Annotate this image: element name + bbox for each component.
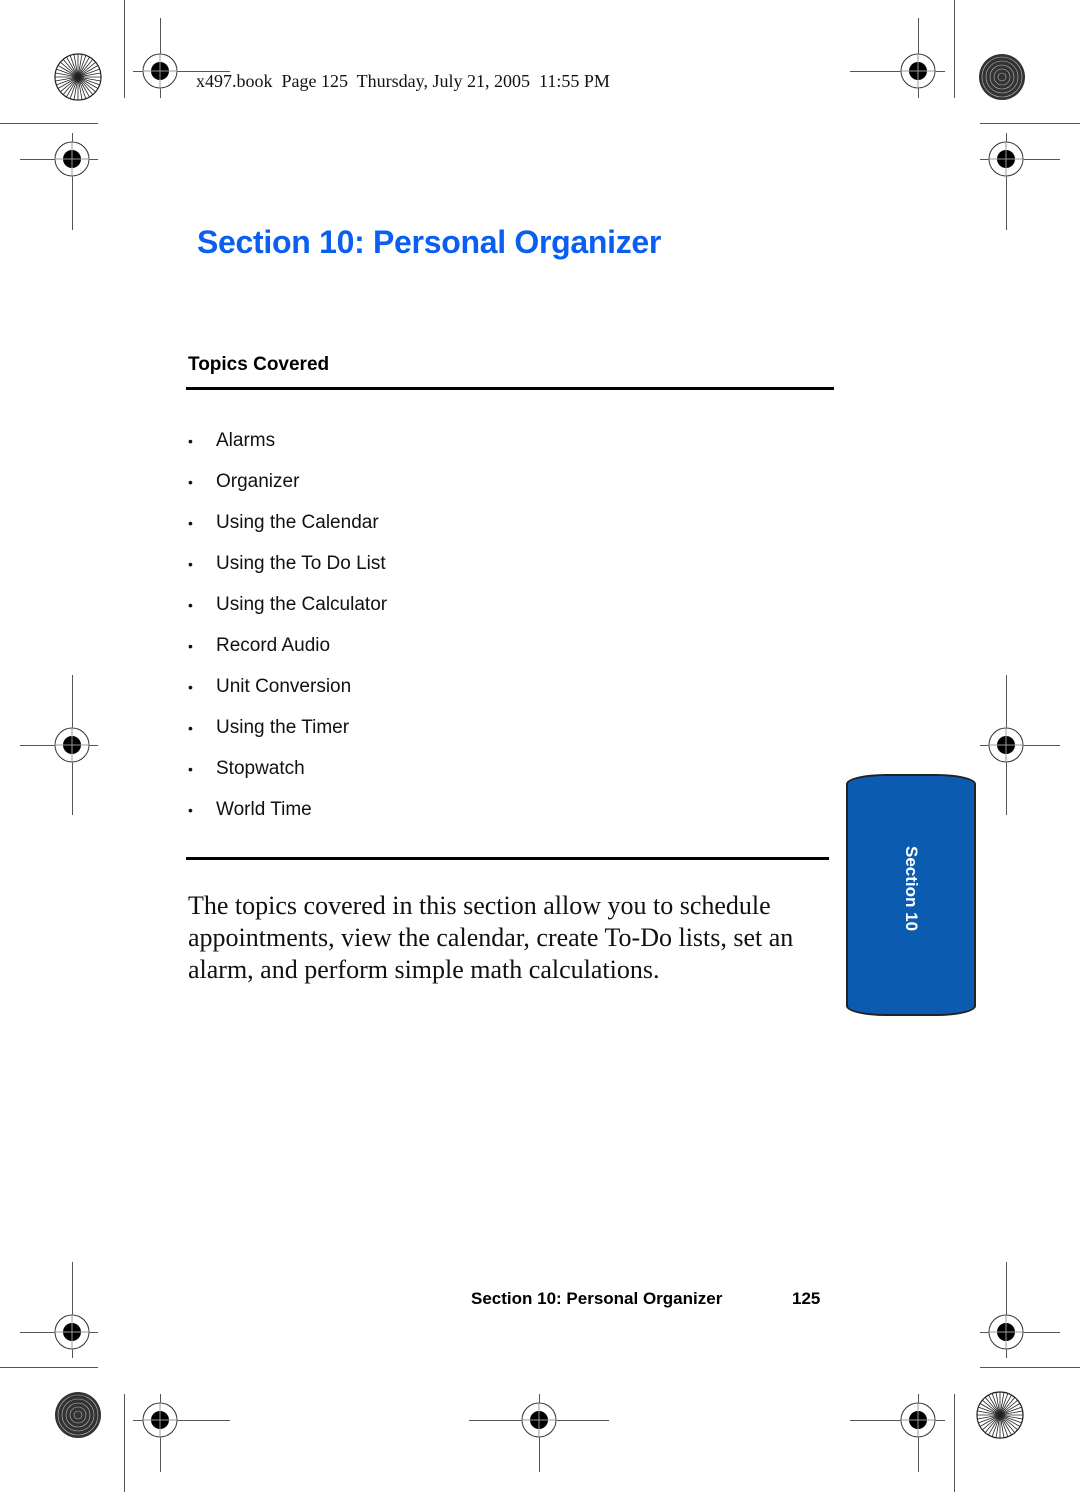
list-item: • World Time: [186, 789, 387, 830]
registration-mark-icon: [54, 1314, 90, 1350]
registration-mark-icon: [988, 727, 1024, 763]
list-item: • Organizer: [186, 461, 387, 502]
list-item: • Unit Conversion: [186, 666, 387, 707]
topic-label: Record Audio: [216, 634, 331, 656]
registration-mark-icon: [900, 53, 936, 89]
bullet-icon: •: [188, 719, 193, 736]
crop-line: [980, 1367, 1080, 1368]
concentric-mark-icon: [55, 1392, 101, 1438]
list-item: • Alarms: [186, 420, 387, 461]
registration-mark-icon: [54, 727, 90, 763]
section-tab: Section 10: [846, 774, 976, 1016]
page-number: 125: [792, 1289, 821, 1308]
topic-label: Using the Calendar: [216, 511, 379, 533]
crop-line: [0, 123, 98, 124]
section-tab-label: Section 10: [902, 846, 921, 932]
list-item: • Using the Calendar: [186, 502, 387, 543]
crop-line: [124, 0, 125, 98]
topic-label: World Time: [216, 798, 312, 820]
crop-line: [124, 1394, 125, 1492]
divider: [186, 857, 829, 860]
topic-label: Alarms: [216, 429, 276, 451]
registration-mark-icon: [54, 141, 90, 177]
bullet-icon: •: [188, 801, 193, 818]
registration-mark-icon: [988, 141, 1024, 177]
crop-line: [954, 1394, 955, 1492]
topic-label: Using the Timer: [216, 716, 350, 738]
crop-line: [980, 123, 1080, 124]
topic-label: Stopwatch: [216, 757, 305, 779]
topics-heading: Topics Covered: [188, 354, 330, 375]
registration-mark-icon: [988, 1314, 1024, 1350]
bullet-icon: •: [188, 514, 193, 531]
list-item: • Using the Timer: [186, 707, 387, 748]
starburst-mark-icon: [54, 53, 102, 101]
topics-list: • Alarms • Organizer • Using the Calendar •…: [186, 420, 387, 830]
bullet-icon: •: [188, 678, 193, 695]
divider: [186, 387, 834, 390]
topic-label: Using the To Do List: [216, 552, 386, 574]
topic-label: Using the Calculator: [216, 593, 388, 615]
topic-label: Organizer: [216, 470, 300, 492]
registration-mark-icon: [142, 1402, 178, 1438]
registration-mark-icon: [521, 1402, 557, 1438]
bullet-icon: •: [188, 760, 193, 777]
bullet-icon: •: [188, 596, 193, 613]
bullet-icon: •: [188, 637, 193, 654]
crop-line: [954, 0, 955, 98]
concentric-mark-icon: [979, 54, 1025, 100]
topic-label: Unit Conversion: [216, 675, 352, 697]
footer-section-title: Section 10: Personal Organizer: [471, 1289, 723, 1308]
list-item: • Record Audio: [186, 625, 387, 666]
registration-mark-icon: [142, 53, 178, 89]
list-item: • Using the Calculator: [186, 584, 387, 625]
crop-line: [0, 1367, 98, 1368]
starburst-mark-icon: [976, 1391, 1024, 1439]
page-title: Section 10: Personal Organizer: [197, 224, 662, 260]
registration-mark-icon: [900, 1402, 936, 1438]
bullet-icon: •: [188, 555, 193, 572]
list-item: • Using the To Do List: [186, 543, 387, 584]
slug-line: x497.book Page 125 Thursday, July 21, 20…: [196, 71, 610, 91]
list-item: • Stopwatch: [186, 748, 387, 789]
bullet-icon: •: [188, 432, 193, 449]
bullet-icon: •: [188, 473, 193, 490]
intro-paragraph: The topics covered in this section allow…: [188, 891, 794, 984]
